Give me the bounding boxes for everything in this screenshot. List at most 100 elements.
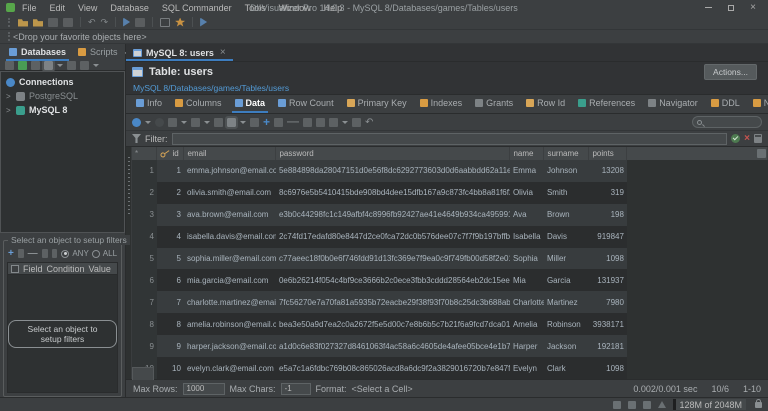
email-column-header[interactable]: email: [184, 147, 276, 160]
surname-cell[interactable]: Davis: [544, 226, 589, 248]
name-cell[interactable]: Evelyn: [510, 357, 544, 379]
surname-column-header[interactable]: surname: [544, 147, 589, 160]
save-icon[interactable]: [48, 18, 58, 27]
tab-info[interactable]: Info: [130, 95, 168, 113]
rownum-cell[interactable]: 2: [132, 182, 157, 204]
password-cell[interactable]: a1d0c6e83f027327d8461063f4ac58a6c4605de4…: [276, 335, 510, 357]
points-cell[interactable]: 131937: [589, 269, 627, 291]
refresh-filter-icon[interactable]: [52, 249, 58, 258]
database-add-icon[interactable]: [18, 61, 27, 70]
form-view-icon[interactable]: [316, 118, 325, 127]
surname-cell[interactable]: Martinez: [544, 291, 589, 313]
tab-primary-key[interactable]: Primary Key: [341, 95, 413, 113]
max-chars-input[interactable]: [281, 383, 311, 395]
grid-status-icon[interactable]: [613, 401, 621, 409]
points-cell[interactable]: 198: [589, 204, 627, 226]
chart-view-icon[interactable]: [329, 118, 338, 127]
max-rows-input[interactable]: [183, 383, 225, 395]
points-cell[interactable]: 1098: [589, 357, 627, 379]
format-value[interactable]: <Select a Cell>: [352, 384, 413, 394]
run-script-icon[interactable]: [135, 18, 145, 27]
name-cell[interactable]: Charlotte: [510, 291, 544, 313]
text-view-icon[interactable]: [214, 118, 223, 127]
surname-cell[interactable]: Brown: [544, 204, 589, 226]
id-cell[interactable]: 9: [157, 335, 184, 357]
table-row[interactable]: 1 1 emma.johnson@email.com 5e884898da280…: [132, 160, 768, 182]
remove-filter-icon[interactable]: —: [28, 250, 38, 258]
favorites-bar[interactable]: <Drop your favorite objects here>: [0, 30, 768, 44]
new-window-icon[interactable]: [160, 18, 170, 27]
name-cell[interactable]: Olivia: [510, 182, 544, 204]
points-cell[interactable]: 919847: [589, 226, 627, 248]
table-view-icon[interactable]: [191, 118, 200, 127]
menu-file[interactable]: File: [22, 3, 37, 13]
surname-cell[interactable]: Johnson: [544, 160, 589, 182]
open-connection-icon[interactable]: [18, 18, 28, 27]
email-cell[interactable]: amelia.robinson@email.com: [184, 313, 276, 335]
delete-row-icon[interactable]: —: [287, 118, 299, 127]
breadcrumb[interactable]: MySQL 8/Databases/games/Tables/users: [126, 81, 768, 94]
grid-search-box[interactable]: [692, 116, 762, 128]
filter-objects-icon[interactable]: [44, 61, 53, 70]
rownum-cell[interactable]: 3: [132, 204, 157, 226]
copy-filter-icon[interactable]: [18, 249, 24, 258]
table-row[interactable]: 7 7 charlotte.martinez@email.com 7fc5627…: [132, 291, 768, 313]
chevron-down-icon[interactable]: [145, 121, 151, 124]
horizontal-scrollbar[interactable]: [132, 367, 154, 380]
tab-indexes[interactable]: Indexes: [414, 95, 469, 113]
password-cell[interactable]: e5a7c1a6fdbc769b08c865026acd8a6dc9f2a382…: [276, 357, 510, 379]
password-cell[interactable]: bea3e50a9d7ea2c0a2672f5e5d00c7e8b6b5c7b2…: [276, 313, 510, 335]
export-grid-icon[interactable]: [168, 118, 177, 127]
chevron-down-icon[interactable]: [57, 64, 63, 67]
tab-mysql8-users[interactable]: MySQL 8: users ×: [126, 45, 233, 61]
search-input[interactable]: [705, 118, 755, 127]
name-cell[interactable]: Sophia: [510, 248, 544, 270]
rownum-cell[interactable]: 6: [132, 269, 157, 291]
email-cell[interactable]: mia.garcia@email.com: [184, 269, 276, 291]
password-cell[interactable]: e3b0c44298fc1c149afbf4c8996fb92427ae41e4…: [276, 204, 510, 226]
tab-close-icon[interactable]: ×: [220, 47, 226, 58]
name-column-header[interactable]: name: [510, 147, 544, 160]
view-options-icon[interactable]: [80, 61, 89, 70]
warning-icon[interactable]: [658, 401, 666, 408]
rownum-cell[interactable]: 9: [132, 335, 157, 357]
email-cell[interactable]: harper.jackson@email.com: [184, 335, 276, 357]
password-cell[interactable]: 5e884898da28047151d0e56f8dc6292773603d0d…: [276, 160, 510, 182]
table-row[interactable]: 9 9 harper.jackson@email.com a1d0c6e83f0…: [132, 335, 768, 357]
surname-cell[interactable]: Jackson: [544, 335, 589, 357]
table-row[interactable]: 6 6 mia.garcia@email.com 0e6b26214f054c4…: [132, 269, 768, 291]
table-row[interactable]: 3 3 ava.brown@email.com e3b0c44298fc1c14…: [132, 204, 768, 226]
tab-references[interactable]: References: [572, 95, 641, 113]
edit-cell-icon[interactable]: [250, 118, 259, 127]
table-row[interactable]: 4 4 isabella.davis@email.com 2c74fd17eda…: [132, 226, 768, 248]
duplicate-row-icon[interactable]: [274, 118, 283, 127]
table-row[interactable]: 8 8 amelia.robinson@email.com bea3e50a9d…: [132, 313, 768, 335]
redo-icon[interactable]: ↷: [101, 18, 109, 27]
chevron-down-icon[interactable]: [204, 121, 210, 124]
expand-chevron-icon[interactable]: >: [6, 106, 12, 115]
pin-status-icon[interactable]: [643, 401, 651, 409]
compare-icon[interactable]: [352, 118, 361, 127]
menu-sql-commander[interactable]: SQL Commander: [162, 3, 232, 13]
select-object-button[interactable]: Select an object to setup filters: [8, 320, 117, 348]
chevron-down-icon[interactable]: [181, 121, 187, 124]
tree-item-connections[interactable]: Connections: [1, 75, 124, 89]
connection-status-icon[interactable]: [628, 401, 636, 409]
password-cell[interactable]: c77aeec18f0b0e6f746fdd91d13fc369e7f9ea0c…: [276, 248, 510, 270]
id-cell[interactable]: 10: [157, 357, 184, 379]
filter-input[interactable]: [172, 133, 728, 145]
tab-row-count[interactable]: Row Count: [272, 95, 340, 113]
points-cell[interactable]: 192181: [589, 335, 627, 357]
save-all-icon[interactable]: [63, 18, 73, 27]
table-row[interactable]: 2 2 olivia.smith@email.com 8c6976e5b5410…: [132, 182, 768, 204]
apply-filter-icon[interactable]: [42, 249, 48, 258]
points-cell[interactable]: 13208: [589, 160, 627, 182]
collapse-all-icon[interactable]: [67, 61, 76, 70]
tab-data[interactable]: Data: [229, 95, 272, 113]
tree-item-postgresql[interactable]: > PostgreSQL: [1, 89, 124, 103]
tab-ddl[interactable]: DDL: [705, 95, 746, 113]
tab-grants[interactable]: Grants: [469, 95, 519, 113]
expand-chevron-icon[interactable]: >: [6, 92, 12, 101]
pointer-icon[interactable]: [200, 18, 207, 27]
surname-cell[interactable]: Robinson: [544, 313, 589, 335]
